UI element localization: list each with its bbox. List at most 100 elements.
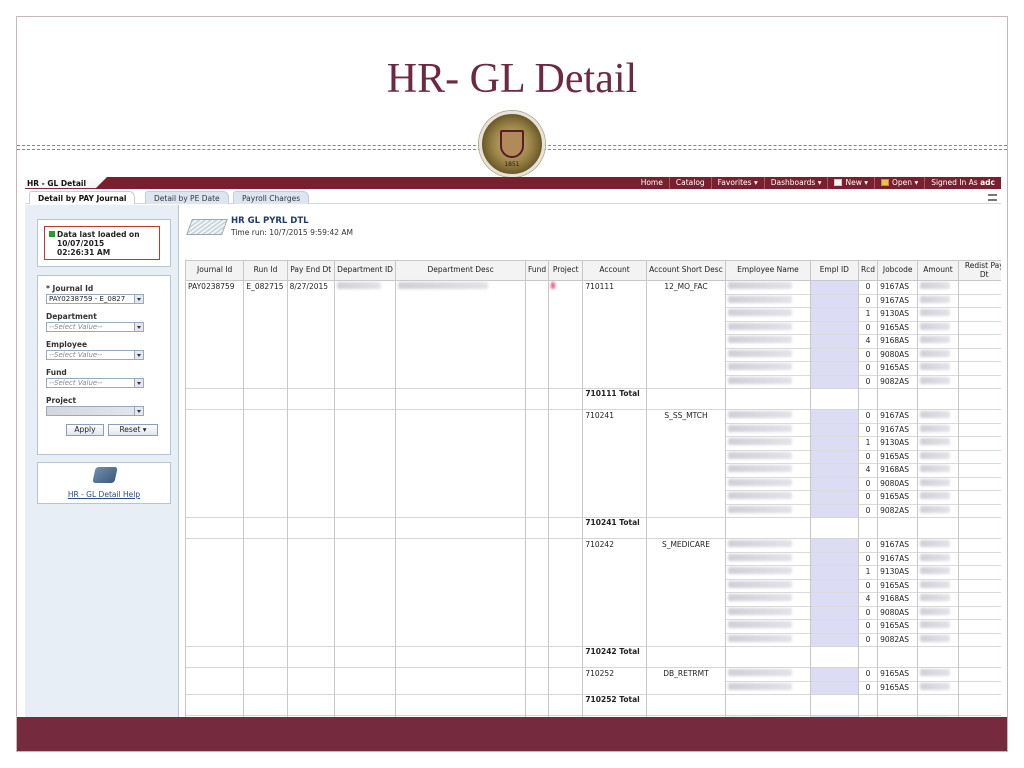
nav-new[interactable]: New ▾ — [827, 177, 874, 189]
table-cell — [525, 388, 550, 410]
table-cell — [957, 646, 1001, 668]
signed-in-label: Signed In As — [931, 178, 978, 187]
table-cell — [395, 538, 527, 552]
redacted-value — [728, 553, 793, 561]
help-link[interactable]: HR - GL Detail Help — [38, 490, 170, 499]
table-cell — [548, 667, 584, 681]
column-header[interactable]: Employee Name — [725, 260, 811, 281]
table-cell — [243, 633, 288, 647]
table-cell — [917, 565, 959, 579]
table-cell — [725, 619, 811, 633]
table-cell — [525, 334, 550, 348]
table-cell — [725, 476, 811, 491]
table-cell — [525, 552, 550, 566]
table-cell — [333, 280, 397, 294]
column-header[interactable]: Jobcode — [877, 260, 919, 281]
tab-detail-by-pe-date[interactable]: Detail by PE Date — [145, 191, 229, 204]
table-cell — [582, 436, 647, 450]
table-cell — [809, 280, 859, 294]
table-cell — [917, 517, 959, 539]
chevron-down-icon[interactable] — [134, 323, 143, 331]
chevron-down-icon[interactable] — [134, 351, 143, 359]
table-cell — [243, 565, 288, 579]
table-cell — [548, 517, 584, 539]
redacted-value — [728, 465, 793, 472]
redacted-value — [920, 363, 951, 370]
table-cell — [725, 334, 811, 348]
redacted-value — [920, 465, 951, 472]
nav-catalog[interactable]: Catalog — [668, 177, 711, 189]
dashboard-tabs: Detail by PAY Journal Detail by PE Date … — [25, 190, 1001, 204]
table-cell — [333, 409, 397, 423]
column-header[interactable]: Account — [582, 260, 647, 281]
column-header[interactable]: Account Short Desc — [645, 260, 727, 281]
slide: HR- GL Detail 1851 HR - GL Detail Home C… — [16, 16, 1008, 752]
column-header[interactable]: Empl ID — [809, 260, 859, 281]
column-header[interactable]: Fund — [525, 260, 550, 281]
table-cell — [525, 477, 550, 491]
chevron-down-icon[interactable] — [134, 407, 143, 415]
nav-signed-in[interactable]: Signed In As adc — [924, 177, 1001, 189]
table-cell — [286, 348, 335, 362]
table-cell — [917, 680, 959, 695]
journal-id-select[interactable]: PAY0238759 - E_0827 — [46, 294, 144, 304]
column-header[interactable]: Pay End Dt — [286, 260, 335, 281]
report-chart-icon — [186, 219, 228, 235]
table-cell — [395, 646, 527, 668]
column-header[interactable]: Project — [548, 260, 584, 281]
table-cell — [548, 490, 584, 504]
tab-payroll-charges[interactable]: Payroll Charges — [233, 191, 310, 204]
fund-label: Fund — [46, 368, 67, 377]
table-cell: 1 — [857, 565, 879, 579]
redacted-value — [728, 295, 793, 303]
reset-button[interactable]: Reset ▾ — [108, 424, 158, 436]
redacted-value — [728, 567, 793, 574]
fund-select[interactable]: --Select Value-- — [46, 378, 144, 388]
table-cell: 9167AS — [877, 538, 919, 552]
table-cell — [243, 579, 288, 593]
column-header[interactable]: Run Id — [243, 260, 288, 281]
table-row: 710242 S_MEDICARE 0 9167AS — [184, 538, 1001, 552]
nav-home[interactable]: Home — [635, 177, 669, 189]
chevron-down-icon[interactable] — [134, 379, 143, 387]
redacted-value — [728, 424, 793, 432]
department-select[interactable]: --Select Value-- — [46, 322, 144, 332]
table-cell — [525, 280, 550, 294]
table-cell — [809, 374, 859, 389]
column-header[interactable]: Redist Pay Dt — [957, 260, 1001, 281]
table-cell — [645, 517, 727, 539]
employee-select[interactable]: --Select Value-- — [46, 350, 144, 360]
chevron-down-icon[interactable] — [134, 295, 143, 303]
redacted-value — [920, 451, 951, 459]
column-header[interactable]: Department Desc — [395, 260, 527, 281]
column-header[interactable]: Rcd — [857, 260, 879, 281]
table-cell — [809, 592, 859, 606]
table-cell — [395, 517, 527, 539]
table-cell — [582, 490, 647, 504]
table-cell — [957, 694, 1001, 716]
column-header[interactable]: Department ID — [333, 260, 397, 281]
table-cell — [525, 436, 550, 450]
table-cell — [395, 280, 527, 294]
nav-dashboards[interactable]: Dashboards ▾ — [763, 177, 828, 189]
table-cell — [286, 334, 335, 348]
tab-detail-by-pay-journal[interactable]: Detail by PAY Journal — [29, 191, 136, 204]
table-cell — [243, 436, 288, 450]
nav-open[interactable]: Open ▾ — [874, 177, 924, 189]
table-cell — [243, 538, 288, 552]
column-header[interactable]: Journal Id — [184, 260, 245, 281]
table-cell — [725, 388, 811, 410]
page-options-icon[interactable] — [988, 194, 997, 201]
employee-value: --Select Value-- — [49, 351, 103, 359]
table-cell — [725, 632, 811, 647]
table-cell — [243, 504, 288, 518]
project-select[interactable] — [46, 406, 144, 416]
apply-button[interactable]: Apply — [66, 424, 104, 436]
table-cell — [957, 436, 1001, 450]
global-nav: Home Catalog Favorites ▾ Dashboards ▾ Ne… — [95, 177, 1001, 189]
table-cell: 710241 — [582, 409, 647, 423]
nav-favorites[interactable]: Favorites ▾ — [710, 177, 764, 189]
table-cell — [184, 504, 245, 518]
redacted-value — [728, 505, 793, 513]
column-header[interactable]: Amount — [917, 260, 959, 281]
